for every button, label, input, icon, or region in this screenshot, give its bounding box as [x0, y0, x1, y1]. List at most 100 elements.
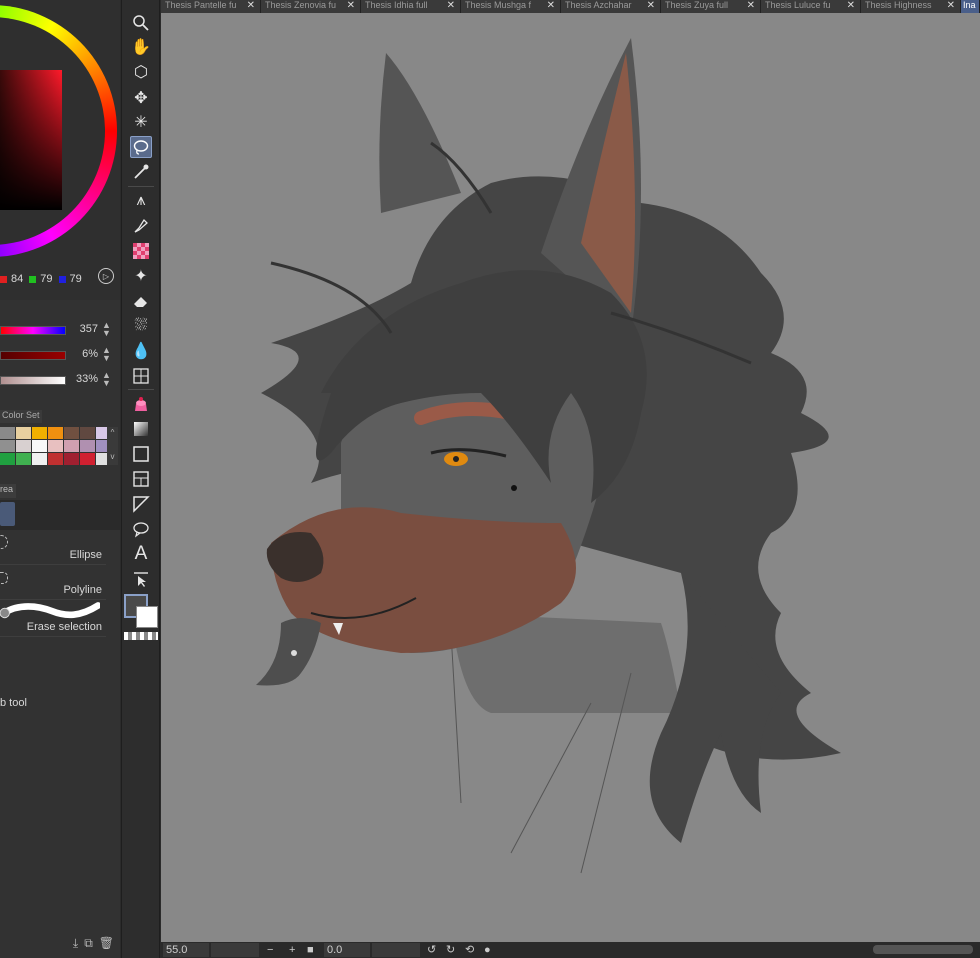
- move-icon[interactable]: ✥: [130, 87, 152, 109]
- rotation-slider[interactable]: [372, 943, 420, 957]
- wolf-portrait-artwork: [256, 38, 841, 874]
- color-swatch[interactable]: [64, 427, 79, 439]
- close-icon[interactable]: ✕: [644, 0, 655, 11]
- frame-border-icon[interactable]: [130, 468, 152, 490]
- color-swatch[interactable]: [0, 427, 15, 439]
- eyedropper-icon[interactable]: [130, 161, 152, 183]
- zoom-slider[interactable]: [211, 943, 259, 957]
- operation-icon[interactable]: [130, 568, 152, 590]
- sub-tool-polyline[interactable]: Polyline: [0, 566, 106, 600]
- color-swatch[interactable]: [80, 440, 95, 452]
- color-swatch[interactable]: [64, 440, 79, 452]
- color-swatch[interactable]: [16, 427, 31, 439]
- import-icon[interactable]: ⤓: [73, 936, 78, 958]
- tool-palette: ✋ ⬡ ✥ ✳ ⩚ ✦ ⛆ 💧 A: [121, 0, 160, 958]
- tab-document[interactable]: Thesis Pantelle fu ✕: [161, 0, 261, 13]
- sub-tool-header: [0, 500, 120, 530]
- color-swatch[interactable]: [32, 440, 47, 452]
- zoom-in-icon[interactable]: +: [289, 942, 295, 958]
- trash-icon[interactable]: 🗑: [99, 936, 114, 958]
- color-swatch[interactable]: [32, 427, 47, 439]
- rotation-field[interactable]: 0.0: [324, 943, 370, 957]
- color-swatch[interactable]: [64, 453, 79, 465]
- color-swatch[interactable]: [48, 453, 63, 465]
- tab-document[interactable]: Thesis Luluce fu ✕: [761, 0, 861, 13]
- saturation-slider[interactable]: [0, 351, 66, 360]
- hue-spinner-icon[interactable]: ▲ ▼: [102, 321, 111, 338]
- brush-icon[interactable]: [130, 215, 152, 237]
- tab-document-active[interactable]: Ina: [961, 0, 980, 13]
- horizontal-scrollbar[interactable]: [873, 945, 973, 954]
- sub-tool-label: Ellipse: [69, 549, 102, 561]
- sub-tool-erase-selection[interactable]: Erase selection: [0, 601, 106, 637]
- transparent-color-swatch[interactable]: [124, 632, 158, 640]
- value-slider[interactable]: [0, 376, 66, 385]
- tab-label: Thesis Highness: [865, 0, 932, 10]
- zoom-level-field[interactable]: 55.0: [163, 943, 209, 957]
- zoom-icon[interactable]: [130, 12, 152, 34]
- close-icon[interactable]: ✕: [544, 0, 555, 11]
- zoom-out-icon[interactable]: −: [267, 942, 273, 958]
- sub-color-swatch[interactable]: [136, 606, 158, 628]
- text-icon[interactable]: A: [130, 543, 152, 565]
- auto-select-icon[interactable]: ✳: [130, 111, 152, 133]
- object-select-icon[interactable]: ⬡: [130, 61, 152, 83]
- drawing-canvas[interactable]: [161, 13, 980, 942]
- value-spinner-icon[interactable]: ▲ ▼: [102, 371, 111, 388]
- reset-rotation-icon[interactable]: ⟲: [465, 942, 474, 958]
- color-swatch[interactable]: [16, 453, 31, 465]
- duplicate-icon[interactable]: ⧉: [84, 936, 93, 958]
- correct-line-icon[interactable]: [130, 365, 152, 387]
- color-swatch[interactable]: [80, 427, 95, 439]
- close-icon[interactable]: ✕: [844, 0, 855, 11]
- sub-tool-tab[interactable]: rea: [0, 484, 16, 498]
- tab-document[interactable]: Thesis Zenovia fu ✕: [261, 0, 361, 13]
- cake-icon[interactable]: [130, 393, 152, 415]
- fill-drops-icon[interactable]: 💧: [130, 340, 152, 362]
- close-icon[interactable]: ✕: [344, 0, 355, 11]
- close-icon[interactable]: ✕: [944, 0, 955, 11]
- close-icon[interactable]: ✕: [444, 0, 455, 11]
- hue-slider[interactable]: [0, 326, 66, 335]
- tab-document[interactable]: Thesis Highness ✕: [861, 0, 961, 13]
- hand-icon[interactable]: ✋: [130, 36, 152, 58]
- close-icon[interactable]: ✕: [244, 0, 255, 11]
- swatch-scroll-arrows-icon[interactable]: ^ v: [107, 427, 118, 465]
- balloon-icon[interactable]: [130, 518, 152, 540]
- color-swatch[interactable]: [48, 427, 63, 439]
- color-swatch[interactable]: [80, 453, 95, 465]
- color-swatch[interactable]: [48, 440, 63, 452]
- sub-tool-selected-indicator[interactable]: [0, 502, 15, 526]
- tab-document[interactable]: Thesis Idhia full ✕: [361, 0, 461, 13]
- saturation-value-square[interactable]: [0, 70, 62, 210]
- hue-slider-row: 357 ▲ ▼: [0, 318, 120, 343]
- sub-tool-ellipse[interactable]: Ellipse: [0, 531, 106, 565]
- saturation-spinner-icon[interactable]: ▲ ▼: [102, 346, 111, 363]
- tab-document[interactable]: Thesis Mushga f ✕: [461, 0, 561, 13]
- rotate-left-icon[interactable]: ↺: [427, 942, 436, 958]
- ellipse-icon: [0, 535, 8, 549]
- color-mode-toggle-button[interactable]: ▷: [98, 268, 114, 284]
- rectangle-icon[interactable]: [130, 443, 152, 465]
- color-swatch[interactable]: [32, 453, 47, 465]
- tab-document[interactable]: Thesis Azchahar ✕: [561, 0, 661, 13]
- color-set-tab[interactable]: Color Set: [0, 410, 42, 423]
- close-icon[interactable]: ✕: [744, 0, 755, 11]
- gradient-icon[interactable]: [130, 418, 152, 440]
- fit-screen-icon[interactable]: ■: [307, 942, 314, 958]
- lasso-selection-icon[interactable]: [130, 136, 152, 158]
- tool-property-text: b tool: [0, 697, 27, 709]
- color-swatch[interactable]: [0, 440, 15, 452]
- pen-icon[interactable]: ⩚: [130, 190, 152, 212]
- color-swatch[interactable]: [0, 453, 15, 465]
- sparkle-decoration-icon[interactable]: ✦: [130, 265, 152, 287]
- ruler-icon[interactable]: [130, 493, 152, 515]
- blend-tool-icon[interactable]: ⛆: [130, 315, 152, 337]
- pattern-fill-icon[interactable]: [130, 240, 152, 262]
- color-wheel-panel: 84 79 79 ▷: [0, 0, 120, 300]
- eraser-icon[interactable]: [130, 290, 152, 312]
- tab-label: Thesis Zenovia fu: [265, 0, 337, 10]
- color-swatch[interactable]: [16, 440, 31, 452]
- rotate-right-icon[interactable]: ↻: [446, 942, 455, 958]
- tab-document[interactable]: Thesis Zuya full ✕: [661, 0, 761, 13]
